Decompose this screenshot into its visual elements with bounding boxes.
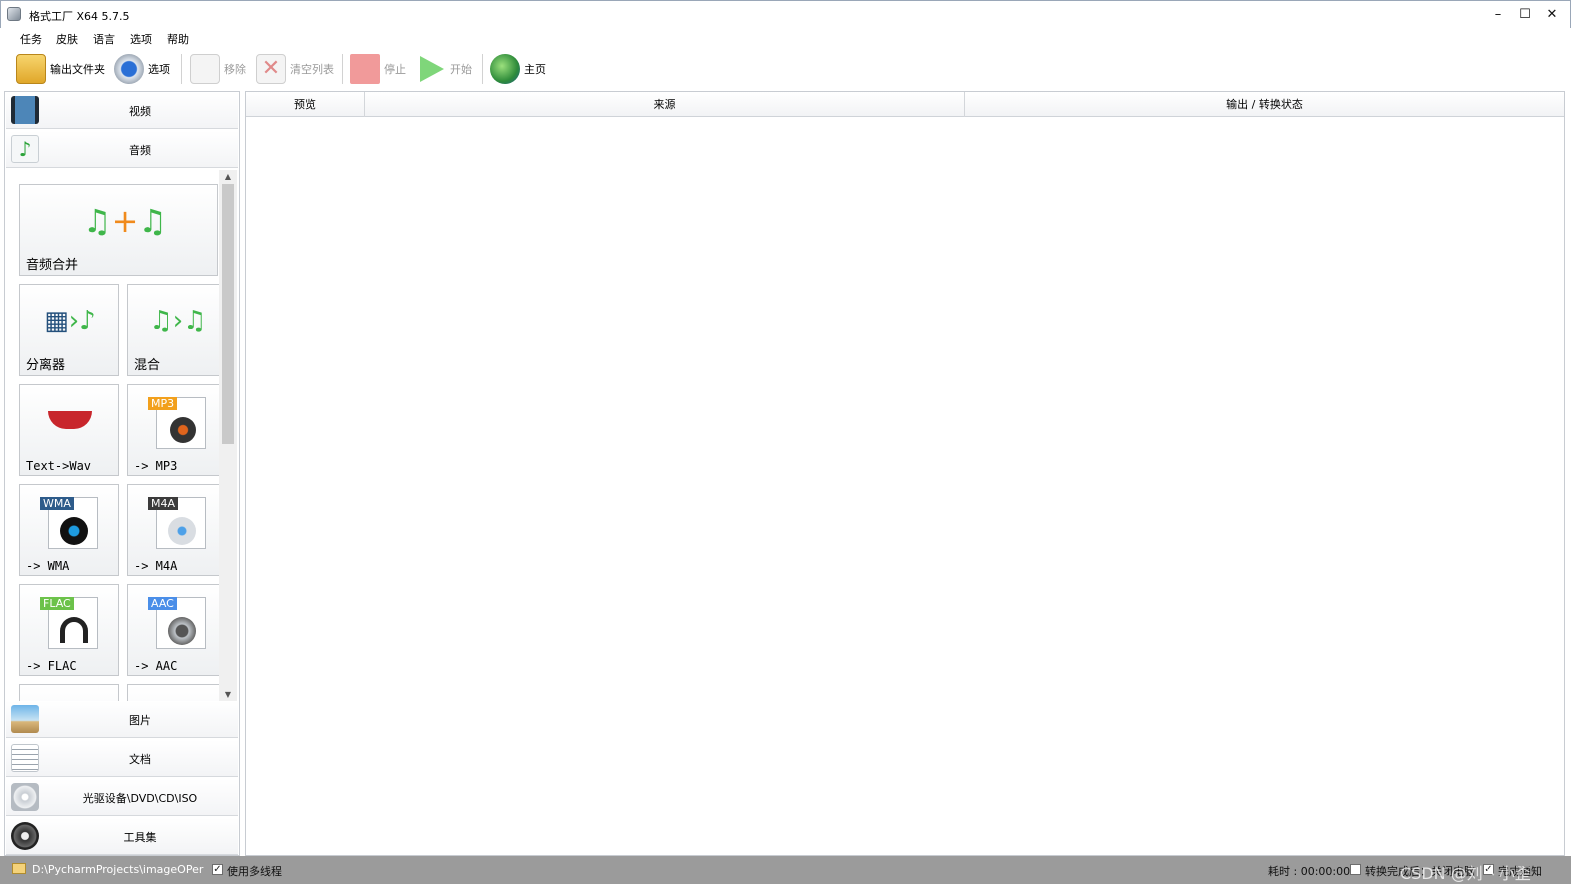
column-preview[interactable]: 预览 xyxy=(246,92,365,117)
stop-button[interactable]: 停止 xyxy=(350,51,406,87)
multithread-label: 使用多线程 xyxy=(227,865,282,878)
lips-icon xyxy=(38,393,102,453)
mix-icon: ♫›♫ xyxy=(149,306,207,336)
after-done-checkbox[interactable] xyxy=(1350,864,1361,875)
clear-list-button[interactable]: ✕ 清空列表 xyxy=(256,51,334,87)
gear-icon xyxy=(114,54,144,84)
tile-partial-2[interactable] xyxy=(127,684,227,702)
music-note-icon: ♪ xyxy=(11,135,39,163)
menu-task[interactable]: 任务 xyxy=(18,30,44,48)
splitter-icon: ▦›♪ xyxy=(44,306,96,336)
tiles-scrollbar[interactable]: ▲ ▼ xyxy=(219,170,237,702)
app-icon xyxy=(7,7,21,21)
output-folder-button[interactable]: 输出文件夹 xyxy=(16,51,105,87)
tile-aac[interactable]: AAC -> AAC xyxy=(127,584,227,676)
category-video[interactable]: 视频 xyxy=(6,92,238,129)
column-header: 预览 来源 输出 / 转换状态 xyxy=(246,92,1564,117)
audio-tiles: ♫+♫ 音频合并 ▦›♪ 分离器 ♫›♫ 混合 Text->Wav MP3 ->… xyxy=(6,170,238,702)
minimize-button[interactable]: – xyxy=(1485,5,1511,25)
task-list: 预览 来源 输出 / 转换状态 xyxy=(245,91,1565,856)
toolbar: 输出文件夹 选项 移除 ✕ 清空列表 停止 开始 主页 xyxy=(0,48,1571,90)
close-button[interactable]: ✕ xyxy=(1539,5,1565,25)
title-bar: 格式工厂 X64 5.7.5 – ☐ ✕ xyxy=(0,0,1571,28)
multithread-checkbox[interactable]: ✓ xyxy=(212,864,223,875)
tile-flac[interactable]: FLAC -> FLAC xyxy=(19,584,119,676)
remove-button[interactable]: 移除 xyxy=(190,51,246,87)
wma-file-icon: WMA xyxy=(38,493,102,553)
tile-partial-1[interactable] xyxy=(19,684,119,702)
menu-language[interactable]: 语言 xyxy=(91,30,117,48)
folder-icon xyxy=(16,54,46,84)
landscape-icon xyxy=(11,705,39,733)
menu-options[interactable]: 选项 xyxy=(128,30,154,48)
m4a-file-icon: M4A xyxy=(146,493,210,553)
output-path[interactable]: D:\PycharmProjects\imageOPer xyxy=(32,863,203,876)
stop-icon xyxy=(350,54,380,84)
tile-splitter[interactable]: ▦›♪ 分离器 xyxy=(19,284,119,376)
scroll-thumb[interactable] xyxy=(222,184,234,444)
play-icon xyxy=(420,56,444,82)
status-bar: D:\PycharmProjects\imageOPer ✓ 使用多线程 耗时 … xyxy=(0,856,1571,884)
tile-audio-merge[interactable]: ♫+♫ 音频合并 xyxy=(19,184,218,276)
flac-file-icon: FLAC xyxy=(38,593,102,653)
home-button[interactable]: 主页 xyxy=(490,51,546,87)
column-output[interactable]: 输出 / 转换状态 xyxy=(965,92,1564,117)
film-icon xyxy=(11,96,39,124)
tile-wma[interactable]: WMA -> WMA xyxy=(19,484,119,576)
clear-x-icon: ✕ xyxy=(256,54,286,84)
menu-bar: 任务 皮肤 语言 选项 帮助 xyxy=(0,28,1571,48)
menu-skin[interactable]: 皮肤 xyxy=(54,30,80,48)
category-optical[interactable]: 光驱设备\DVD\CD\ISO xyxy=(6,779,238,816)
menu-help[interactable]: 帮助 xyxy=(165,30,191,48)
scroll-down-icon[interactable]: ▼ xyxy=(223,690,233,700)
audio-merge-icon: ♫+♫ xyxy=(82,202,168,240)
category-image[interactable]: 图片 xyxy=(6,701,238,738)
category-panel: 视频 ♪ 音频 ♫+♫ 音频合并 ▦›♪ 分离器 ♫›♫ 混合 Text->Wa… xyxy=(4,91,240,856)
column-source[interactable]: 来源 xyxy=(365,92,965,117)
start-button[interactable]: 开始 xyxy=(416,51,472,87)
category-audio[interactable]: ♪ 音频 xyxy=(6,131,238,168)
disc-icon xyxy=(11,783,39,811)
tile-mp3[interactable]: MP3 -> MP3 xyxy=(127,384,227,476)
globe-icon xyxy=(490,54,520,84)
mp3-file-icon: MP3 xyxy=(146,393,210,453)
folder-icon[interactable] xyxy=(12,863,26,874)
window-title: 格式工厂 X64 5.7.5 xyxy=(29,10,130,23)
tile-text-wav[interactable]: Text->Wav xyxy=(19,384,119,476)
aac-file-icon: AAC xyxy=(146,593,210,653)
category-tools[interactable]: 工具集 xyxy=(6,818,238,855)
tile-m4a[interactable]: M4A -> M4A xyxy=(127,484,227,576)
options-button[interactable]: 选项 xyxy=(114,51,170,87)
watermark: CSDN @刘丶小歪 xyxy=(1400,864,1531,883)
maximize-button[interactable]: ☐ xyxy=(1512,5,1538,25)
tile-mix[interactable]: ♫›♫ 混合 xyxy=(127,284,227,376)
elapsed-time: 耗时 : 00:00:00 xyxy=(1268,865,1351,878)
category-document[interactable]: 文档 xyxy=(6,740,238,777)
document-icon xyxy=(11,744,39,772)
remove-file-icon xyxy=(190,54,220,84)
scroll-up-icon[interactable]: ▲ xyxy=(223,172,233,182)
film-reel-icon xyxy=(11,822,39,850)
